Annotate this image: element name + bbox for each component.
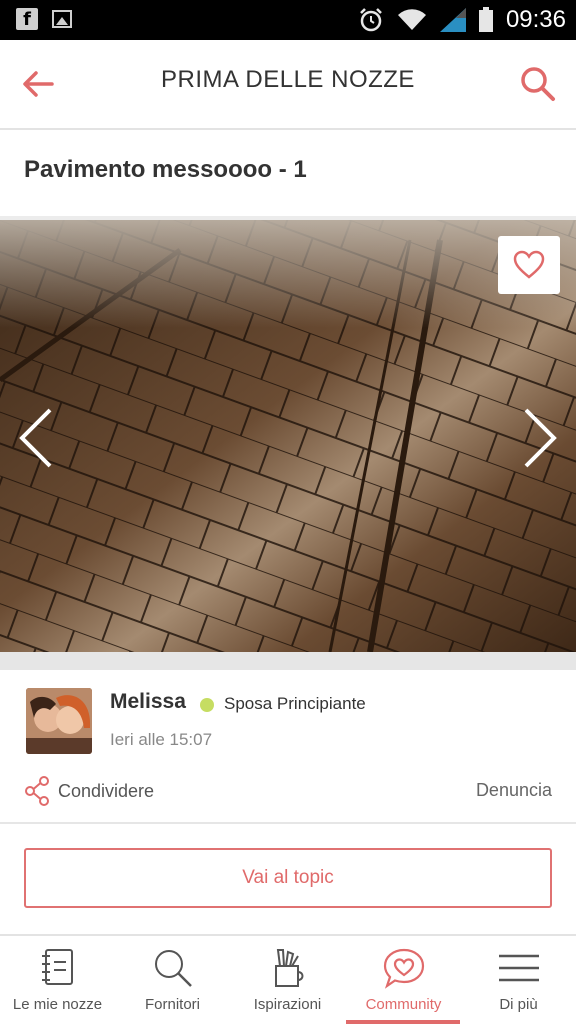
wifi-icon [397,9,426,31]
share-label: Condividere [58,780,155,801]
floor-photo-image [0,220,576,652]
online-status-dot [200,698,214,712]
nav-label: Ispirazioni [253,996,322,1013]
post-photo[interactable] [0,220,576,652]
menu-icon [498,954,539,982]
divider [0,822,576,824]
battery-icon [478,7,493,32]
nav-label: Community [365,996,442,1013]
facebook-icon: f [16,8,38,30]
pencil-cup-icon [274,949,303,987]
status-bar-notifications: f [16,8,72,30]
avatar-image [26,688,92,754]
signal-icon [439,8,466,32]
previous-image-button[interactable] [16,406,56,470]
favorite-heart-icon [513,250,545,279]
report-button[interactable]: Denuncia [476,780,552,801]
page-title: PRIMA DELLE NOZZE [161,66,415,93]
nav-label: Le mie nozze [12,996,103,1013]
alarm-icon [360,8,382,32]
search-button[interactable] [516,62,560,106]
nav-item-community[interactable]: Community [346,936,461,1024]
nav-label: Di più [499,996,538,1013]
nav-item-le-mie-nozze[interactable]: Le mie nozze [0,936,115,1024]
share-icon [25,776,49,806]
chat-heart-icon [383,948,424,989]
author-role: Sposa Principiante [224,694,366,713]
nav-item-di-piu[interactable]: Di più [461,936,576,1024]
nav-item-fornitori[interactable]: Fornitori [115,936,230,1024]
nav-item-ispirazioni[interactable]: Ispirazioni [230,936,345,1024]
share-button[interactable]: Condividere [24,774,154,808]
nav-label: Fornitori [144,996,200,1013]
favorite-button[interactable] [498,236,560,294]
notebook-icon [41,949,73,985]
chevron-right-icon [524,408,557,468]
status-time: 09:36 [505,6,566,33]
post-date: Ieri alle 15:07 [110,730,213,749]
gallery-icon [52,10,72,28]
app-bar: PRIMA DELLE NOZZE [0,40,576,130]
bottom-navigation: Le mie nozze Fornitori Ispirazioni Commu… [0,934,576,1024]
status-bar: f 09:36 [0,0,576,40]
divider [0,652,576,670]
next-image-button[interactable] [520,406,560,470]
post-title: Pavimento messoooo - 1 [24,156,307,183]
status-bar-system: 09:36 [358,4,566,36]
author-avatar[interactable] [26,688,92,754]
active-tab-indicator [346,1020,460,1024]
go-to-topic-button[interactable]: Vai al topic [24,848,552,908]
author-name[interactable]: Melissa [110,690,186,714]
search-icon [521,67,555,101]
chevron-left-icon [19,408,52,468]
search-icon [154,950,192,987]
